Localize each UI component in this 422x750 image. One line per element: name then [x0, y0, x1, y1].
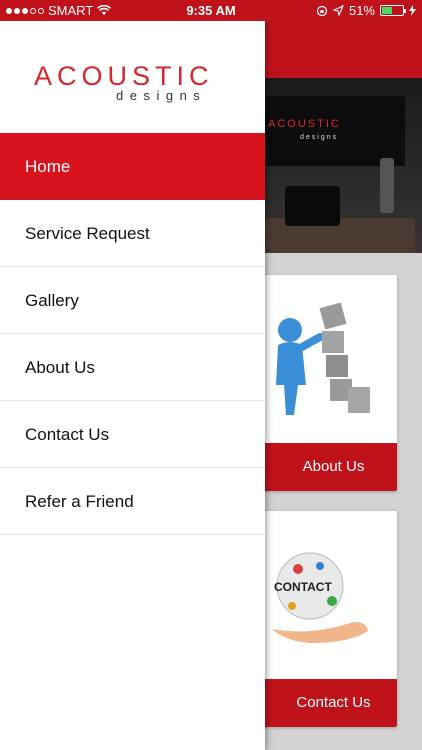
- about-card-label: About Us: [250, 443, 397, 491]
- navigation-drawer: ACOUSTIC designs Home Service Request Ga…: [0, 21, 265, 750]
- contact-globe-illustration: CONTACT: [272, 552, 368, 643]
- menu-item-gallery[interactable]: Gallery: [0, 267, 265, 334]
- battery-level-fill: [382, 7, 393, 14]
- menu-item-refer-a-friend[interactable]: Refer a Friend: [0, 468, 265, 535]
- status-bar: SMART 9:35 AM 51%: [0, 0, 422, 21]
- logo-subtext: designs: [116, 88, 207, 103]
- location-arrow-icon: [332, 5, 344, 16]
- menu-item-home[interactable]: Home: [0, 133, 265, 200]
- about-card[interactable]: About Us: [250, 275, 397, 491]
- rotation-lock-icon: [316, 5, 328, 16]
- status-right: 51%: [316, 3, 416, 18]
- hero-screen: [255, 96, 405, 166]
- charging-bolt-icon: [409, 5, 416, 16]
- contact-card[interactable]: CONTACT Contact Us: [250, 511, 397, 727]
- battery-icon: [380, 5, 406, 16]
- hero-speaker: [380, 158, 394, 213]
- contact-globe-text: CONTACT: [274, 580, 332, 594]
- menu-item-contact-us[interactable]: Contact Us: [0, 401, 265, 468]
- battery-percent: 51%: [348, 3, 375, 18]
- contact-card-label: Contact Us: [250, 679, 397, 727]
- hero-seat: [285, 186, 340, 226]
- about-us-image: [250, 275, 397, 443]
- hero-logo: ACOUSTIC: [268, 118, 341, 130]
- menu-item-about-us[interactable]: About Us: [0, 334, 265, 401]
- menu-item-service-request[interactable]: Service Request: [0, 200, 265, 267]
- drawer-logo: ACOUSTIC designs: [0, 21, 265, 133]
- about-us-illustration: [276, 302, 370, 415]
- contact-us-image: CONTACT: [250, 511, 397, 679]
- drawer-menu: Home Service Request Gallery About Us Co…: [0, 133, 265, 535]
- hero-logo-sub: designs: [300, 134, 339, 141]
